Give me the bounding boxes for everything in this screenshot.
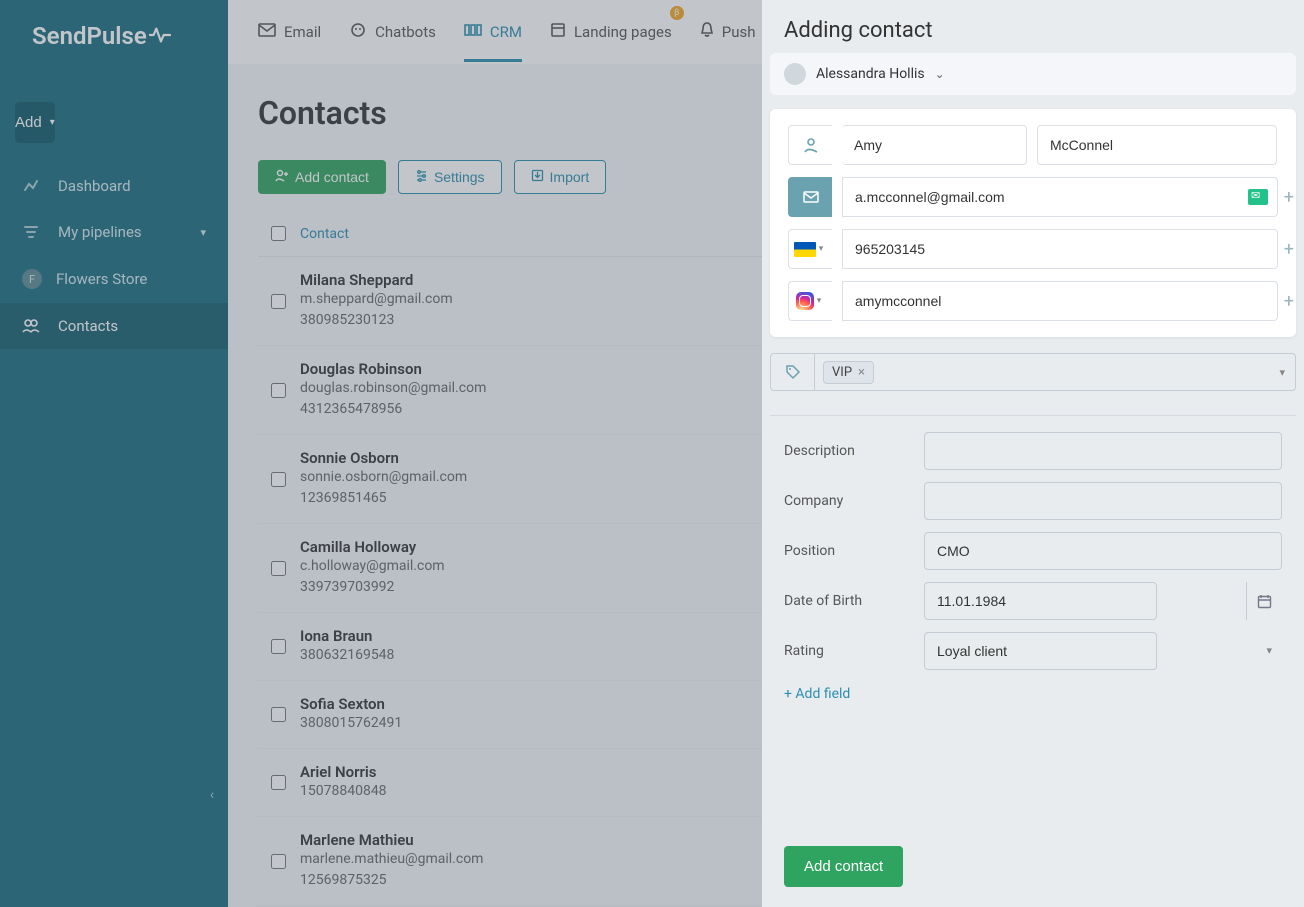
tags-row: VIP × ▾ — [770, 353, 1296, 391]
avatar — [784, 63, 806, 85]
email-input[interactable] — [842, 177, 1278, 217]
owner-selector[interactable]: Alessandra Hollis ⌄ — [770, 53, 1296, 95]
tag-pill-label: VIP — [832, 365, 852, 380]
social-input[interactable] — [842, 281, 1278, 321]
panel-footer: Add contact — [762, 826, 1304, 907]
panel-title: Adding contact — [762, 0, 1304, 53]
tag-icon — [770, 353, 814, 391]
contact-card: + + + — [770, 109, 1296, 337]
position-input[interactable] — [924, 532, 1282, 570]
description-input[interactable] — [924, 432, 1282, 470]
tag-pill: VIP × — [823, 361, 874, 384]
add-contact-panel: Adding contact Alessandra Hollis ⌄ + — [762, 0, 1304, 907]
chevron-down-icon: ⌄ — [935, 67, 945, 81]
submit-add-contact-button[interactable]: Add contact — [784, 846, 903, 887]
divider — [770, 415, 1296, 416]
social-selector[interactable] — [788, 281, 832, 321]
phone-country-selector[interactable] — [788, 229, 832, 269]
last-name-input[interactable] — [1037, 125, 1277, 165]
company-label: Company — [784, 493, 924, 509]
rating-label: Rating — [784, 643, 924, 659]
add-email-button[interactable]: + — [1284, 187, 1294, 208]
add-social-button[interactable]: + — [1284, 291, 1294, 312]
first-name-input[interactable] — [842, 125, 1027, 165]
chevron-down-icon: ▾ — [1279, 366, 1285, 379]
email-verified-icon — [1248, 189, 1268, 205]
dob-input[interactable] — [924, 582, 1157, 620]
instagram-icon — [796, 292, 814, 310]
rating-select[interactable] — [924, 632, 1157, 670]
chevron-down-icon: ▾ — [1266, 644, 1272, 657]
ukraine-flag-icon — [794, 242, 816, 257]
add-field-link[interactable]: + Add field — [762, 682, 1304, 702]
phone-input[interactable] — [842, 229, 1278, 269]
owner-name: Alessandra Hollis — [816, 66, 925, 82]
position-label: Position — [784, 543, 924, 559]
add-phone-button[interactable]: + — [1284, 239, 1294, 260]
dob-label: Date of Birth — [784, 593, 924, 609]
email-icon — [788, 177, 832, 217]
calendar-icon[interactable] — [1246, 582, 1282, 620]
person-icon — [788, 125, 832, 165]
remove-tag-icon[interactable]: × — [858, 365, 865, 380]
meta-fields: Description Company Position Date of Bir… — [762, 432, 1304, 682]
description-label: Description — [784, 443, 924, 459]
tags-input[interactable]: VIP × ▾ — [814, 353, 1296, 391]
company-input[interactable] — [924, 482, 1282, 520]
